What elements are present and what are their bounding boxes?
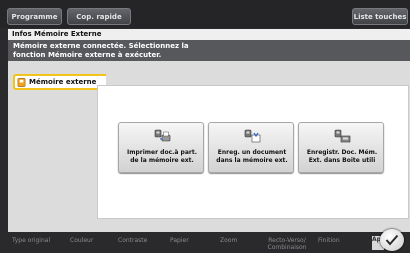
checkmark-icon — [385, 234, 399, 246]
memory-card-icon — [17, 77, 26, 87]
print-from-memory-button[interactable]: Imprimer doc.à part. de la mémoire ext. — [118, 122, 204, 173]
status-zoom[interactable]: Zoom — [220, 237, 237, 244]
save-to-user-box-label: Enregistr. Doc. Mém. Ext. dans Boite uti… — [299, 149, 385, 165]
save-to-user-box-icon — [334, 129, 351, 143]
panel-title: Infos Mémoire Externe — [8, 29, 410, 40]
label-line-1: Enreg. un document — [217, 149, 287, 156]
recto-verso-line-2: Combinaison — [267, 244, 307, 251]
label-line-2: dans la mémoire ext. — [216, 157, 288, 164]
print-from-memory-icon — [154, 129, 171, 142]
save-to-memory-button[interactable]: Enreg. un document dans la mémoire ext. — [208, 122, 294, 173]
recto-verso-line-1: Recto-Verso/ — [268, 237, 306, 244]
label-line-1: Imprimer doc.à part. — [126, 149, 197, 156]
external-memory-panel: Infos Mémoire Externe Mémoire externe co… — [8, 29, 410, 234]
ok-button[interactable] — [380, 229, 404, 251]
status-type-original[interactable]: Type original — [12, 237, 50, 244]
status-papier[interactable]: Papier — [170, 237, 189, 244]
save-to-user-box-button[interactable]: Enregistr. Doc. Mém. Ext. dans Boite uti… — [298, 122, 384, 173]
top-bar: Programme Cop. rapide Liste touches — [0, 0, 410, 28]
message-line-2: fonction Mémoire externe à exécuter. — [13, 51, 162, 59]
label-line-2: de la mémoire ext. — [130, 157, 194, 164]
status-contraste[interactable]: Contraste — [118, 237, 147, 244]
status-recto-verso[interactable]: Recto-Verso/ Combinaison — [262, 237, 312, 251]
tab-programme[interactable]: Programme — [7, 8, 62, 25]
tab-liste-touches[interactable]: Liste touches — [352, 8, 408, 25]
status-couleur[interactable]: Couleur — [70, 237, 93, 244]
instruction-message: Mémoire externe connectée. Sélectionnez … — [8, 40, 410, 61]
label-line-1: Enregistr. Doc. Mém. — [306, 149, 378, 156]
status-bar: Type original Couleur Contraste Papier Z… — [0, 232, 410, 253]
print-from-memory-label: Imprimer doc.à part. de la mémoire ext. — [119, 149, 205, 165]
save-to-memory-icon — [244, 129, 261, 143]
save-to-memory-label: Enreg. un document dans la mémoire ext. — [209, 149, 295, 165]
tab-cop-rapide[interactable]: Cop. rapide — [67, 8, 131, 25]
status-finition[interactable]: Finition — [318, 237, 340, 244]
message-line-1: Mémoire externe connectée. Sélectionnez … — [13, 42, 189, 50]
sidebar-item-label: Mémoire externe — [29, 78, 97, 86]
label-line-2: Ext. dans Boite utili — [308, 157, 376, 164]
sidebar-item-external-memory[interactable]: Mémoire externe — [13, 74, 106, 90]
